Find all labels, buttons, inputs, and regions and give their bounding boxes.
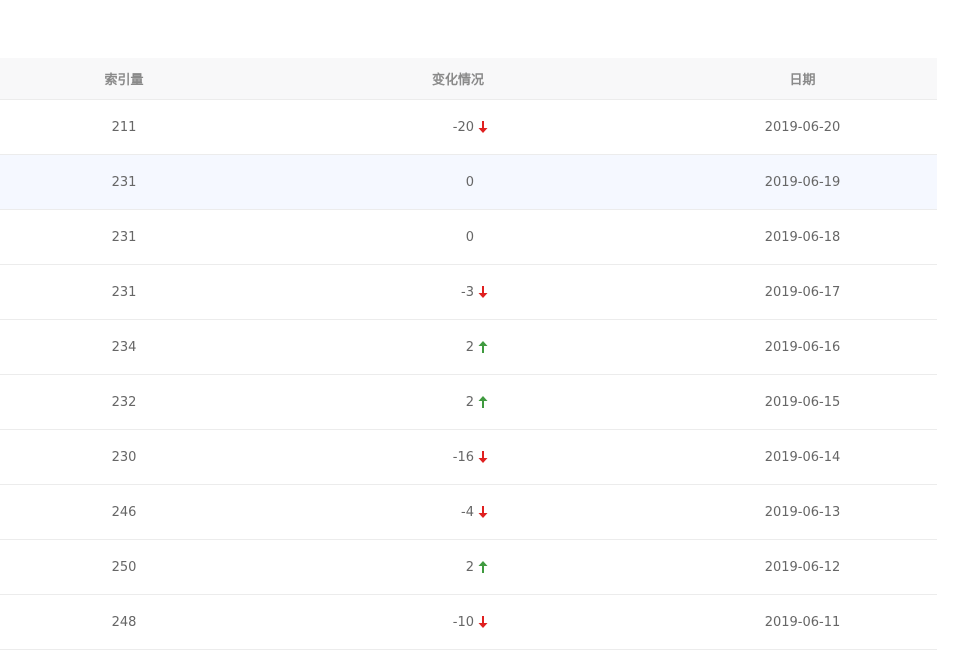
cell-index: 230 (111, 449, 137, 465)
cell-date: 2019-06-11 (764, 614, 841, 630)
cell-change: 2 (248, 395, 668, 410)
cell-index: 211 (111, 119, 137, 135)
cell-date: 2019-06-19 (764, 174, 841, 190)
change-value: -20 (452, 119, 474, 135)
arrow-up-icon (478, 341, 488, 353)
change-group: -3 (429, 285, 489, 300)
cell-date: 2019-06-15 (764, 394, 841, 410)
arrow-up-icon (478, 396, 488, 408)
cell-index: 246 (111, 504, 137, 520)
table-row[interactable]: 232 2 2019-06-15 (0, 375, 937, 430)
change-group: 2 (429, 340, 489, 355)
arrow-down-icon (478, 286, 488, 298)
change-value: 0 (465, 174, 474, 190)
no-trend-spacer (477, 230, 489, 244)
cell-index: 231 (111, 284, 137, 300)
cell-change: -3 (248, 285, 668, 300)
header-date: 日期 (789, 73, 816, 88)
table-row[interactable]: 230 -16 2019-06-14 (0, 430, 937, 485)
change-group: 0 (429, 230, 489, 245)
page: 索引量 变化情况 日期 211 -20 2019-06-20 231 0 2019-06-… (0, 0, 965, 653)
table-row[interactable]: 231 0 2019-06-18 (0, 210, 937, 265)
cell-index: 231 (111, 229, 137, 245)
cell-index: 250 (111, 559, 137, 575)
header-index: 索引量 (104, 73, 144, 88)
change-value: 2 (465, 394, 474, 410)
cell-date: 2019-06-13 (764, 504, 841, 520)
cell-date: 2019-06-16 (764, 339, 841, 355)
change-group: -16 (429, 450, 489, 465)
cell-date: 2019-06-12 (764, 559, 841, 575)
change-group: -20 (429, 120, 489, 135)
table-row[interactable]: 246 -4 2019-06-13 (0, 485, 937, 540)
no-trend-spacer (477, 175, 489, 189)
cell-date: 2019-06-14 (764, 449, 841, 465)
table-row[interactable]: 250 2 2019-06-12 (0, 540, 937, 595)
change-value: 0 (465, 229, 474, 245)
table-row[interactable]: 211 -20 2019-06-20 (0, 100, 937, 155)
arrow-down-icon (478, 616, 488, 628)
table-header: 索引量 变化情况 日期 (0, 58, 937, 100)
arrow-down-icon (478, 506, 488, 518)
cell-index: 232 (111, 394, 137, 410)
index-table: 索引量 变化情况 日期 211 -20 2019-06-20 231 0 2019-06-… (0, 58, 937, 650)
cell-index: 234 (111, 339, 137, 355)
arrow-down-icon (478, 451, 488, 463)
arrow-down-icon (478, 121, 488, 133)
cell-change: -4 (248, 505, 668, 520)
header-change: 变化情况 (431, 73, 484, 88)
cell-change: -20 (248, 120, 668, 135)
cell-date: 2019-06-18 (764, 229, 841, 245)
cell-index: 231 (111, 174, 137, 190)
change-group: 2 (429, 560, 489, 575)
table-row[interactable]: 231 0 2019-06-19 (0, 155, 937, 210)
cell-index: 248 (111, 614, 137, 630)
cell-change: -10 (248, 615, 668, 630)
change-value: 2 (465, 559, 474, 575)
change-group: -4 (429, 505, 489, 520)
change-value: -16 (452, 449, 474, 465)
cell-change: 2 (248, 340, 668, 355)
change-value: 2 (465, 339, 474, 355)
change-group: 0 (429, 175, 489, 190)
table-body: 211 -20 2019-06-20 231 0 2019-06-19 231 0 2019-0… (0, 100, 937, 650)
cell-change: 2 (248, 560, 668, 575)
change-value: -4 (461, 504, 474, 520)
change-value: -10 (452, 614, 474, 630)
cell-change: -16 (248, 450, 668, 465)
change-group: -10 (429, 615, 489, 630)
arrow-up-icon (478, 561, 488, 573)
table-row[interactable]: 234 2 2019-06-16 (0, 320, 937, 375)
cell-change: 0 (248, 175, 668, 190)
cell-change: 0 (248, 230, 668, 245)
change-group: 2 (429, 395, 489, 410)
table-row[interactable]: 231 -3 2019-06-17 (0, 265, 937, 320)
change-value: -3 (461, 284, 474, 300)
table-row[interactable]: 248 -10 2019-06-11 (0, 595, 937, 650)
cell-date: 2019-06-17 (764, 284, 841, 300)
cell-date: 2019-06-20 (764, 119, 841, 135)
